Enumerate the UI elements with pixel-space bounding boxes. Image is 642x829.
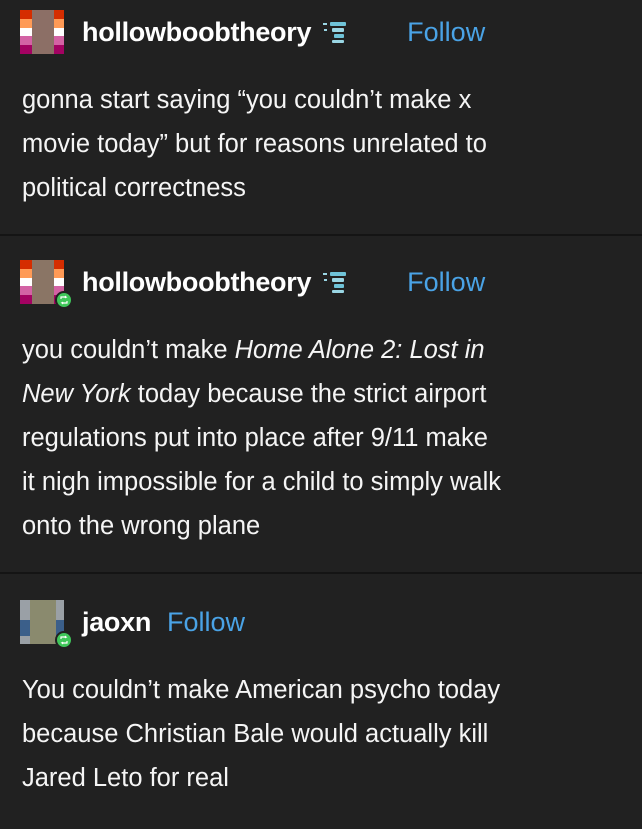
- reblog-arrows-icon: [60, 295, 68, 305]
- post-header: hollowboobtheory Follow: [20, 10, 485, 54]
- post-text-line: it nigh impossible for a child to simply…: [22, 468, 502, 496]
- post-text-italic-title: New York: [22, 380, 131, 408]
- username[interactable]: jaoxn: [82, 607, 151, 638]
- tumblr-badge-icon: [323, 272, 347, 293]
- post-text-line: movie today” but for reasons unrelated t…: [22, 130, 487, 158]
- follow-button[interactable]: Follow: [407, 17, 485, 48]
- post-text-line: regulations put into place after 9/11 ma…: [22, 424, 488, 452]
- reblog-arrows-icon: [60, 635, 68, 645]
- reblog-icon: [55, 631, 73, 649]
- follow-button[interactable]: Follow: [167, 607, 245, 638]
- post-header: hollowboobtheory Follow: [20, 260, 485, 309]
- post-text-italic-title: Home Alone 2: Lost in: [234, 336, 485, 364]
- post-text-prefix: you couldn’t make: [22, 336, 235, 364]
- post-text-line: political correctness: [22, 174, 246, 202]
- avatar[interactable]: [20, 600, 73, 649]
- follow-button[interactable]: Follow: [407, 267, 485, 298]
- post-text-line: You couldn’t make American psycho today: [22, 676, 501, 704]
- avatar[interactable]: [20, 260, 73, 309]
- avatar[interactable]: [20, 10, 64, 54]
- post-body: you couldn’t make Home Alone 2: Lost in …: [22, 328, 622, 548]
- post-body: You couldn’t make American psycho today …: [22, 668, 622, 800]
- username[interactable]: hollowboobtheory: [82, 17, 311, 48]
- post-text-line: because Christian Bale would actually ki…: [22, 720, 489, 748]
- post-header: jaoxn Follow: [20, 600, 245, 649]
- post-2: hollowboobtheory Follow you couldn’t mak…: [0, 236, 642, 572]
- avatar-photo: [32, 10, 54, 54]
- tumblr-badge-icon: [323, 22, 347, 43]
- reblog-icon: [55, 291, 73, 309]
- post-3: jaoxn Follow You couldn’t make American …: [0, 574, 642, 829]
- username[interactable]: hollowboobtheory: [82, 267, 311, 298]
- post-text-line: Jared Leto for real: [22, 764, 229, 792]
- post-text-line: today because the strict airport: [130, 380, 487, 408]
- post-text-line: onto the wrong plane: [22, 512, 261, 540]
- avatar-photo: [32, 260, 54, 304]
- post-text-line: gonna start saying “you couldn’t make x: [22, 86, 472, 114]
- post-body: gonna start saying “you couldn’t make x …: [22, 78, 622, 210]
- post-1: hollowboobtheory Follow gonna start sayi…: [0, 0, 642, 234]
